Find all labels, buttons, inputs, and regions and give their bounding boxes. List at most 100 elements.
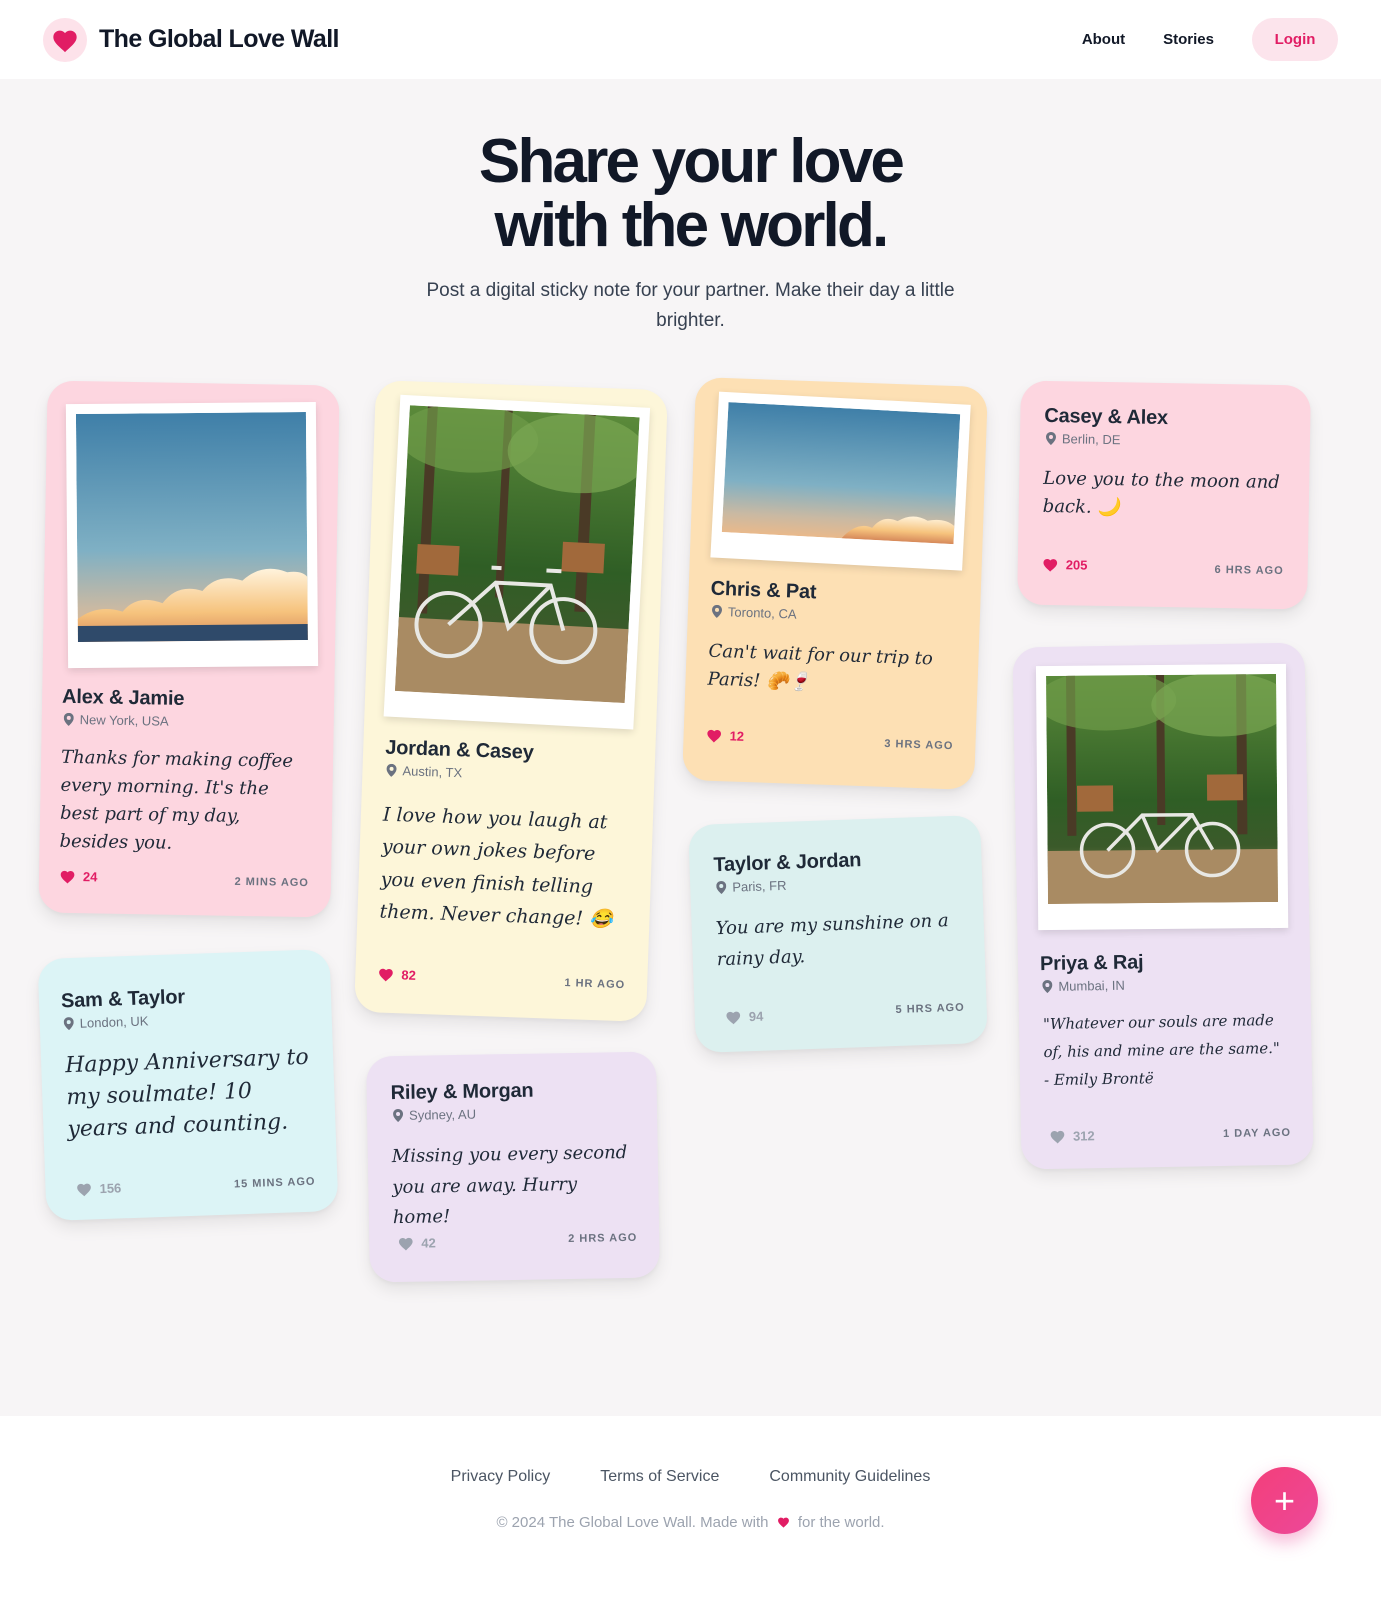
note-message: Can't wait for our trip to Paris! 🥐🍷 — [707, 640, 934, 694]
note-message: Missing you every second you are away. H… — [391, 1142, 628, 1229]
note-message: Thanks for making coffee every morning. … — [59, 746, 294, 854]
pin-icon — [63, 1017, 74, 1031]
note-timestamp: 1 DAY AGO — [1222, 1126, 1292, 1140]
love-note-card[interactable]: Riley & Morgan Sydney, AU Missing you ev… — [366, 1051, 660, 1283]
note-location: Sydney, AU — [393, 1107, 476, 1123]
location-text: Berlin, DE — [1061, 431, 1121, 448]
hero-subtitle: Post a digital sticky note for your part… — [426, 280, 955, 331]
like-button[interactable]: 205 — [1042, 557, 1088, 573]
location-text: Sydney, AU — [408, 1106, 477, 1123]
love-note-card[interactable]: Chris & Pat Toronto, CA Can't wait for o… — [682, 377, 988, 790]
footer-link-guidelines[interactable]: Community Guidelines — [769, 1468, 930, 1486]
heart-icon — [53, 30, 77, 52]
like-count: 82 — [401, 967, 417, 983]
note-names: Jordan & Casey — [384, 736, 534, 764]
logo[interactable] — [43, 17, 87, 62]
hero-title-line2: with the world. — [494, 191, 890, 260]
pin-icon — [1045, 432, 1056, 446]
location-text: Toronto, CA — [727, 604, 797, 622]
location-text: Mumbai, IN — [1058, 977, 1125, 994]
note-photo — [1035, 663, 1289, 931]
footer-links: Privacy Policy Terms of Service Communit… — [0, 1468, 1381, 1486]
like-count: 12 — [729, 728, 745, 744]
love-note-card[interactable]: Jordan & Casey Austin, TX I love how you… — [354, 380, 668, 1022]
heart-icon — [77, 1183, 91, 1197]
location-text: New York, USA — [79, 712, 169, 729]
like-count: 205 — [1065, 557, 1088, 573]
like-count: 312 — [1072, 1128, 1095, 1144]
note-location: Paris, FR — [716, 878, 787, 895]
note-location: Berlin, DE — [1045, 431, 1121, 448]
heart-icon — [1043, 559, 1058, 572]
like-button[interactable]: 24 — [59, 869, 98, 885]
note-names: Riley & Morgan — [390, 1079, 534, 1105]
heart-icon — [777, 1517, 789, 1528]
love-note-card[interactable]: Taylor & Jordan Paris, FR You are my sun… — [688, 814, 988, 1054]
note-message: "Whatever our souls are made of, his and… — [1042, 1011, 1280, 1089]
like-button[interactable]: 12 — [705, 728, 744, 744]
note-message: Love you to the moon and back. 🌙 — [1042, 467, 1280, 519]
note-timestamp: 5 HRS AGO — [895, 1001, 965, 1017]
pin-icon — [393, 1108, 404, 1122]
nav-about[interactable]: About — [1082, 31, 1125, 48]
site-footer: Privacy Policy Terms of Service Communit… — [0, 1416, 1381, 1600]
add-note-button[interactable]: + — [1251, 1467, 1318, 1534]
footer-link-terms[interactable]: Terms of Service — [600, 1468, 719, 1486]
like-count: 42 — [421, 1235, 436, 1251]
note-location: London, UK — [63, 1013, 149, 1031]
note-location: Austin, TX — [386, 763, 462, 780]
like-count: 94 — [748, 1008, 764, 1025]
like-button[interactable]: 156 — [75, 1180, 122, 1197]
copyright: © 2024 The Global Love Wall. Made with f… — [0, 1514, 1381, 1531]
copyright-text: © 2024 The Global Love Wall. Made with — [496, 1514, 769, 1531]
note-timestamp: 6 HRS AGO — [1214, 563, 1284, 578]
note-photo — [65, 401, 319, 669]
footer-link-privacy[interactable]: Privacy Policy — [451, 1468, 551, 1486]
like-button[interactable]: 82 — [377, 967, 416, 983]
note-timestamp: 3 HRS AGO — [884, 737, 954, 753]
note-names: Taylor & Jordan — [713, 849, 862, 877]
note-message: You are my sunshine on a rainy day. — [715, 910, 949, 970]
note-names: Casey & Alex — [1044, 404, 1169, 430]
note-names: Chris & Pat — [710, 577, 817, 604]
heart-icon — [379, 968, 393, 982]
note-names: Priya & Raj — [1039, 951, 1144, 976]
note-timestamp: 1 HR AGO — [564, 977, 626, 992]
note-location: New York, USA — [63, 712, 169, 729]
hero-title-line1: Share your love — [478, 127, 905, 196]
pin-icon — [386, 763, 397, 777]
heart-icon — [398, 1237, 413, 1251]
note-photo — [710, 391, 971, 571]
love-note-card[interactable]: Priya & Raj Mumbai, IN "Whatever our sou… — [1012, 642, 1314, 1170]
note-names: Sam & Taylor — [60, 986, 186, 1013]
heart-icon — [1050, 1130, 1065, 1144]
heart-icon — [707, 729, 721, 743]
like-count: 24 — [82, 869, 98, 885]
brand-title[interactable]: The Global Love Wall — [99, 25, 339, 54]
pin-icon — [712, 604, 723, 618]
love-note-card[interactable]: Alex & Jamie New York, USA Thanks for ma… — [38, 380, 340, 918]
note-timestamp: 2 HRS AGO — [568, 1231, 638, 1246]
love-note-card[interactable]: Sam & Taylor London, UK Happy Anniversar… — [37, 948, 339, 1222]
note-location: Toronto, CA — [712, 604, 797, 622]
note-location: Mumbai, IN — [1042, 978, 1125, 994]
note-names: Alex & Jamie — [61, 685, 185, 710]
love-note-card[interactable]: Casey & Alex Berlin, DE Love you to the … — [1017, 380, 1311, 610]
like-button[interactable]: 312 — [1049, 1128, 1095, 1144]
copyright-text-end: for the world. — [797, 1514, 885, 1531]
pin-icon — [63, 712, 74, 726]
heart-icon — [726, 1011, 741, 1025]
login-button[interactable]: Login — [1252, 18, 1338, 61]
note-message: I love how you laugh at your own jokes b… — [379, 803, 614, 931]
like-button[interactable]: 42 — [397, 1235, 436, 1251]
hero-title: Share your love with the world. — [0, 130, 1381, 258]
location-text: Paris, FR — [732, 877, 787, 895]
heart-icon — [60, 870, 75, 884]
main-nav: About Stories Login — [1082, 18, 1338, 61]
location-text: London, UK — [79, 1013, 149, 1031]
nav-stories[interactable]: Stories — [1163, 31, 1214, 48]
like-button[interactable]: 94 — [725, 1009, 764, 1025]
note-message: Happy Anniversary to my soulmate! 10 yea… — [64, 1044, 310, 1143]
pin-icon — [1042, 980, 1053, 994]
note-timestamp: 2 MINS AGO — [234, 875, 310, 890]
